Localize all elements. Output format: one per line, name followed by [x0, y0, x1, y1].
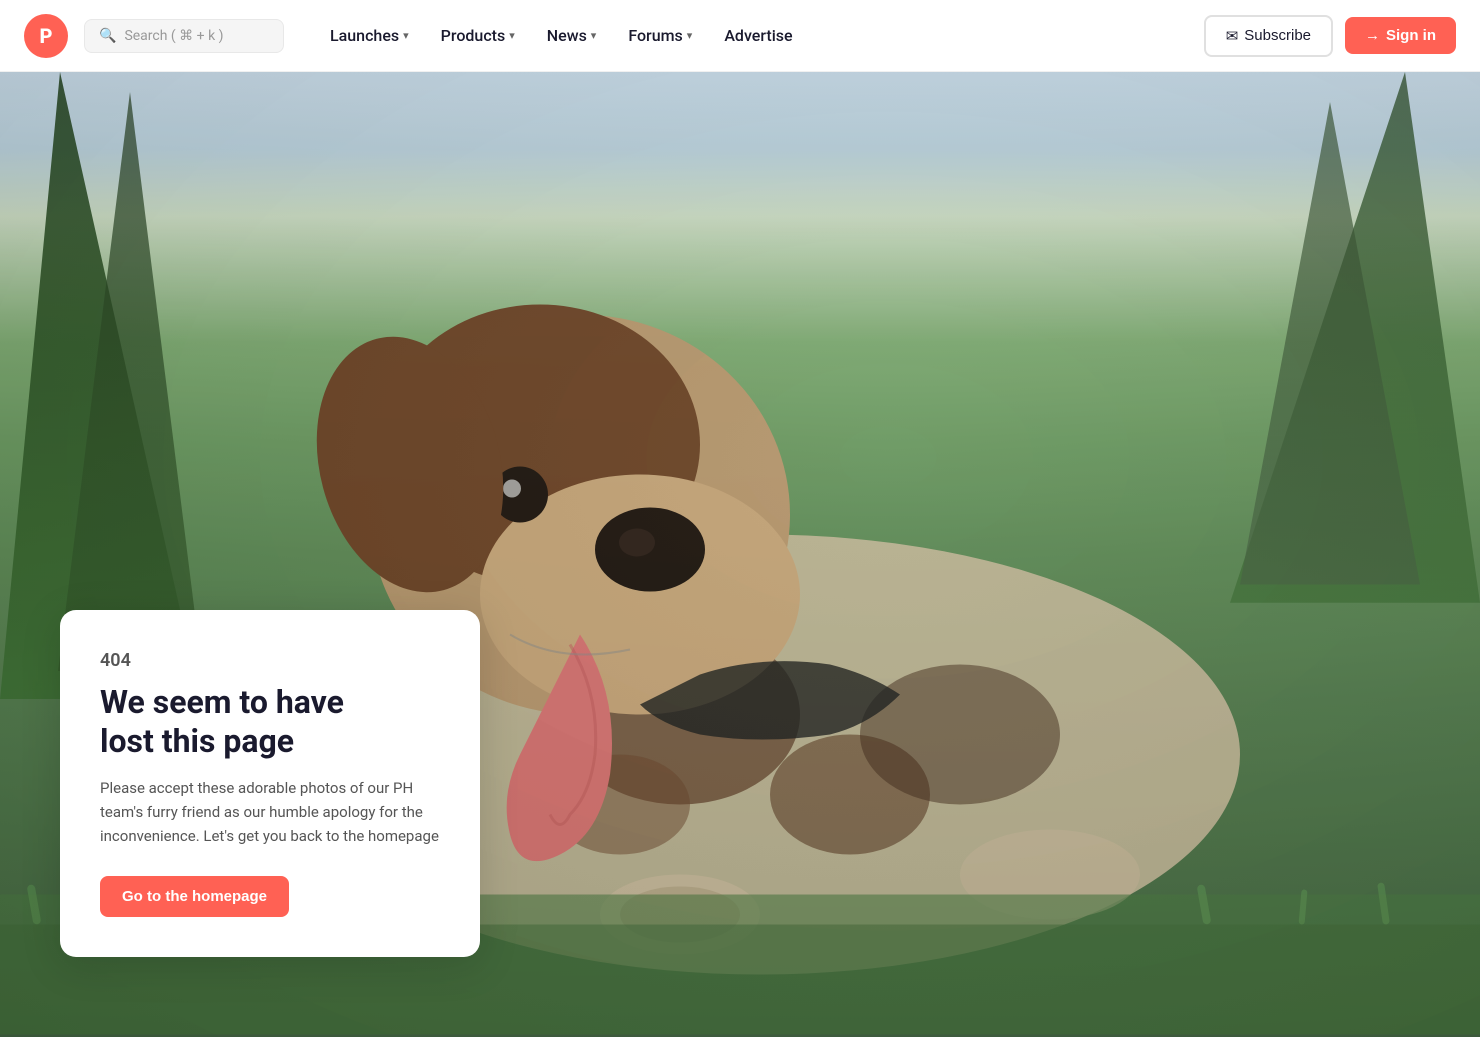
error-card: 404 We seem to have lost this page Pleas… [60, 610, 480, 957]
error-heading: We seem to have lost this page [100, 683, 440, 760]
chevron-down-icon: ▾ [687, 29, 693, 42]
search-bar[interactable]: 🔍 Search ( ⌘ + k ) [84, 19, 284, 53]
nav-launches[interactable]: Launches ▾ [316, 18, 423, 53]
chevron-down-icon: ▾ [509, 29, 515, 42]
subscribe-button[interactable]: ✉ Subscribe [1204, 15, 1333, 57]
chevron-down-icon: ▾ [591, 29, 597, 42]
signin-button[interactable]: → Sign in [1345, 17, 1456, 54]
nav-products[interactable]: Products ▾ [427, 18, 529, 53]
nav-links: Launches ▾ Products ▾ News ▾ Forums ▾ Ad… [316, 18, 1188, 53]
error-code: 404 [100, 650, 440, 671]
chevron-down-icon: ▾ [403, 29, 409, 42]
site-logo[interactable]: P [24, 14, 68, 58]
navbar: P 🔍 Search ( ⌘ + k ) Launches ▾ Products… [0, 0, 1480, 72]
search-icon: 🔍 [99, 28, 116, 44]
error-description: Please accept these adorable photos of o… [100, 776, 440, 848]
hero-section: 404 We seem to have lost this page Pleas… [0, 72, 1480, 1037]
search-placeholder: Search ( ⌘ + k ) [124, 28, 223, 44]
nav-news[interactable]: News ▾ [533, 18, 611, 53]
signin-icon: → [1365, 27, 1380, 44]
subscribe-icon: ✉ [1226, 27, 1239, 45]
nav-actions: ✉ Subscribe → Sign in [1204, 15, 1456, 57]
go-to-homepage-button[interactable]: Go to the homepage [100, 876, 289, 917]
nav-advertise[interactable]: Advertise [710, 18, 806, 53]
nav-forums[interactable]: Forums ▾ [614, 18, 706, 53]
